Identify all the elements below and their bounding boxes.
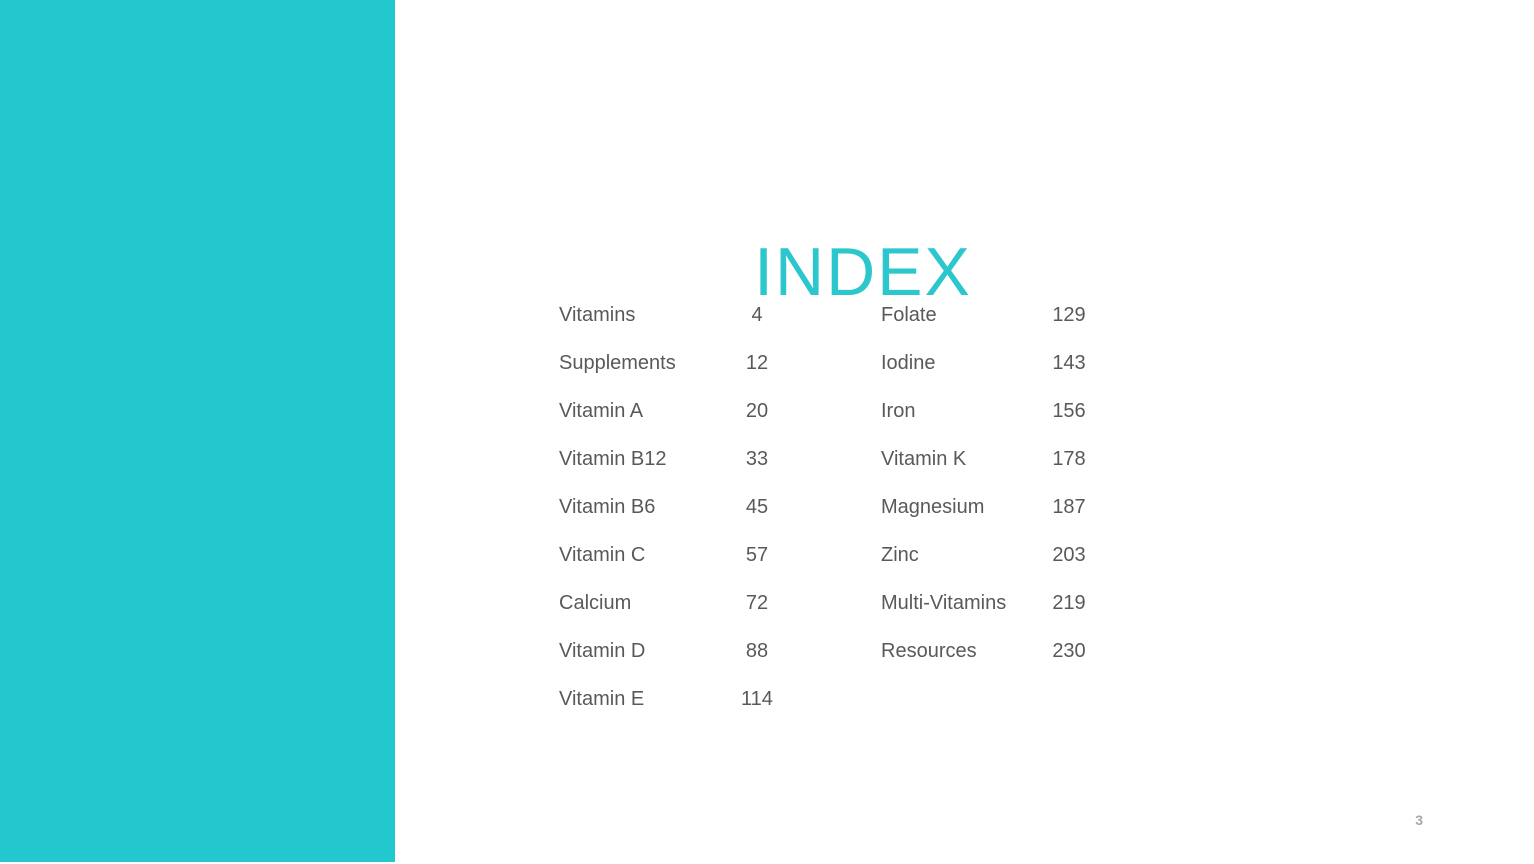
index-entry-label: Vitamin D bbox=[559, 640, 646, 662]
index-entry-row[interactable]: Magnesium 187 bbox=[881, 497, 1141, 545]
page-title: INDEX bbox=[754, 233, 972, 310]
index-column-left: Vitamins 4 Supplements 12 Vitamin A 20 Vitamin… bbox=[559, 305, 881, 737]
index-entry-label: Vitamin A bbox=[559, 400, 644, 422]
index-entry-page-number: 33 bbox=[745, 448, 769, 470]
index-entry-page-number: 129 bbox=[1052, 304, 1086, 326]
index-entry-row[interactable]: Vitamin B6 45 bbox=[559, 497, 881, 545]
index-entry-row[interactable]: Resources 230 bbox=[881, 641, 1141, 689]
index-entry-row[interactable]: Multi-Vitamins 219 bbox=[881, 593, 1141, 641]
index-entry-row[interactable]: Vitamin D 88 bbox=[559, 641, 881, 689]
index-entry-page-number: 219 bbox=[1052, 592, 1086, 614]
index-entry-columns: Vitamins 4 Supplements 12 Vitamin A 20 Vitamin… bbox=[559, 305, 1141, 737]
index-entry-label: Resources bbox=[881, 640, 977, 662]
index-entry-row[interactable]: Folate 129 bbox=[881, 305, 1141, 353]
index-entry-label: Iron bbox=[881, 400, 916, 422]
index-entry-page-number: 57 bbox=[745, 544, 769, 566]
index-column-right: Folate 129 Iodine 143 Iron 156 Vitamin K 178 Mag… bbox=[881, 305, 1141, 689]
slide-page-number: 3 bbox=[1415, 812, 1423, 828]
index-entry-label: Iodine bbox=[881, 352, 936, 374]
index-entry-page-number: 4 bbox=[751, 304, 763, 326]
index-entry-page-number: 20 bbox=[745, 400, 769, 422]
index-entry-label: Multi-Vitamins bbox=[881, 592, 1007, 614]
index-entry-label: Vitamin B6 bbox=[559, 496, 656, 518]
index-entry-label: Vitamins bbox=[559, 304, 636, 326]
index-entry-page-number: 156 bbox=[1052, 400, 1086, 422]
index-entry-label: Zinc bbox=[881, 544, 919, 566]
index-entry-row[interactable]: Iron 156 bbox=[881, 401, 1141, 449]
index-entry-row[interactable]: Zinc 203 bbox=[881, 545, 1141, 593]
index-entry-label: Magnesium bbox=[881, 496, 985, 518]
accent-sidebar-band bbox=[0, 0, 395, 862]
index-entry-label: Folate bbox=[881, 304, 937, 326]
index-entry-label: Calcium bbox=[559, 592, 632, 614]
index-entry-label: Vitamin E bbox=[559, 688, 645, 710]
index-entry-page-number: 230 bbox=[1052, 640, 1086, 662]
index-entry-row[interactable]: Iodine 143 bbox=[881, 353, 1141, 401]
index-entry-row[interactable]: Vitamin K 178 bbox=[881, 449, 1141, 497]
index-entry-label: Vitamin B12 bbox=[559, 448, 667, 470]
index-entry-row[interactable]: Supplements 12 bbox=[559, 353, 881, 401]
index-entry-label: Vitamin C bbox=[559, 544, 646, 566]
index-entry-row[interactable]: Vitamins 4 bbox=[559, 305, 881, 353]
index-entry-page-number: 72 bbox=[745, 592, 769, 614]
index-entry-page-number: 12 bbox=[745, 352, 769, 374]
index-entry-row[interactable]: Calcium 72 bbox=[559, 593, 881, 641]
index-entry-row[interactable]: Vitamin A 20 bbox=[559, 401, 881, 449]
index-entry-page-number: 45 bbox=[745, 496, 769, 518]
index-entry-page-number: 178 bbox=[1052, 448, 1086, 470]
index-slide: INDEX Vitamins 4 Supplements 12 Vitamin A 20 V… bbox=[0, 0, 1534, 864]
index-entry-page-number: 114 bbox=[741, 688, 773, 710]
index-entry-row[interactable]: Vitamin C 57 bbox=[559, 545, 881, 593]
index-entry-page-number: 203 bbox=[1052, 544, 1086, 566]
index-entry-row[interactable]: Vitamin B12 33 bbox=[559, 449, 881, 497]
index-entry-row[interactable]: Vitamin E 114 bbox=[559, 689, 881, 737]
index-entry-label: Vitamin K bbox=[881, 448, 967, 470]
index-entry-page-number: 88 bbox=[745, 640, 769, 662]
index-entry-page-number: 143 bbox=[1052, 352, 1086, 374]
index-entry-label: Supplements bbox=[559, 352, 676, 374]
index-entry-page-number: 187 bbox=[1052, 496, 1086, 518]
